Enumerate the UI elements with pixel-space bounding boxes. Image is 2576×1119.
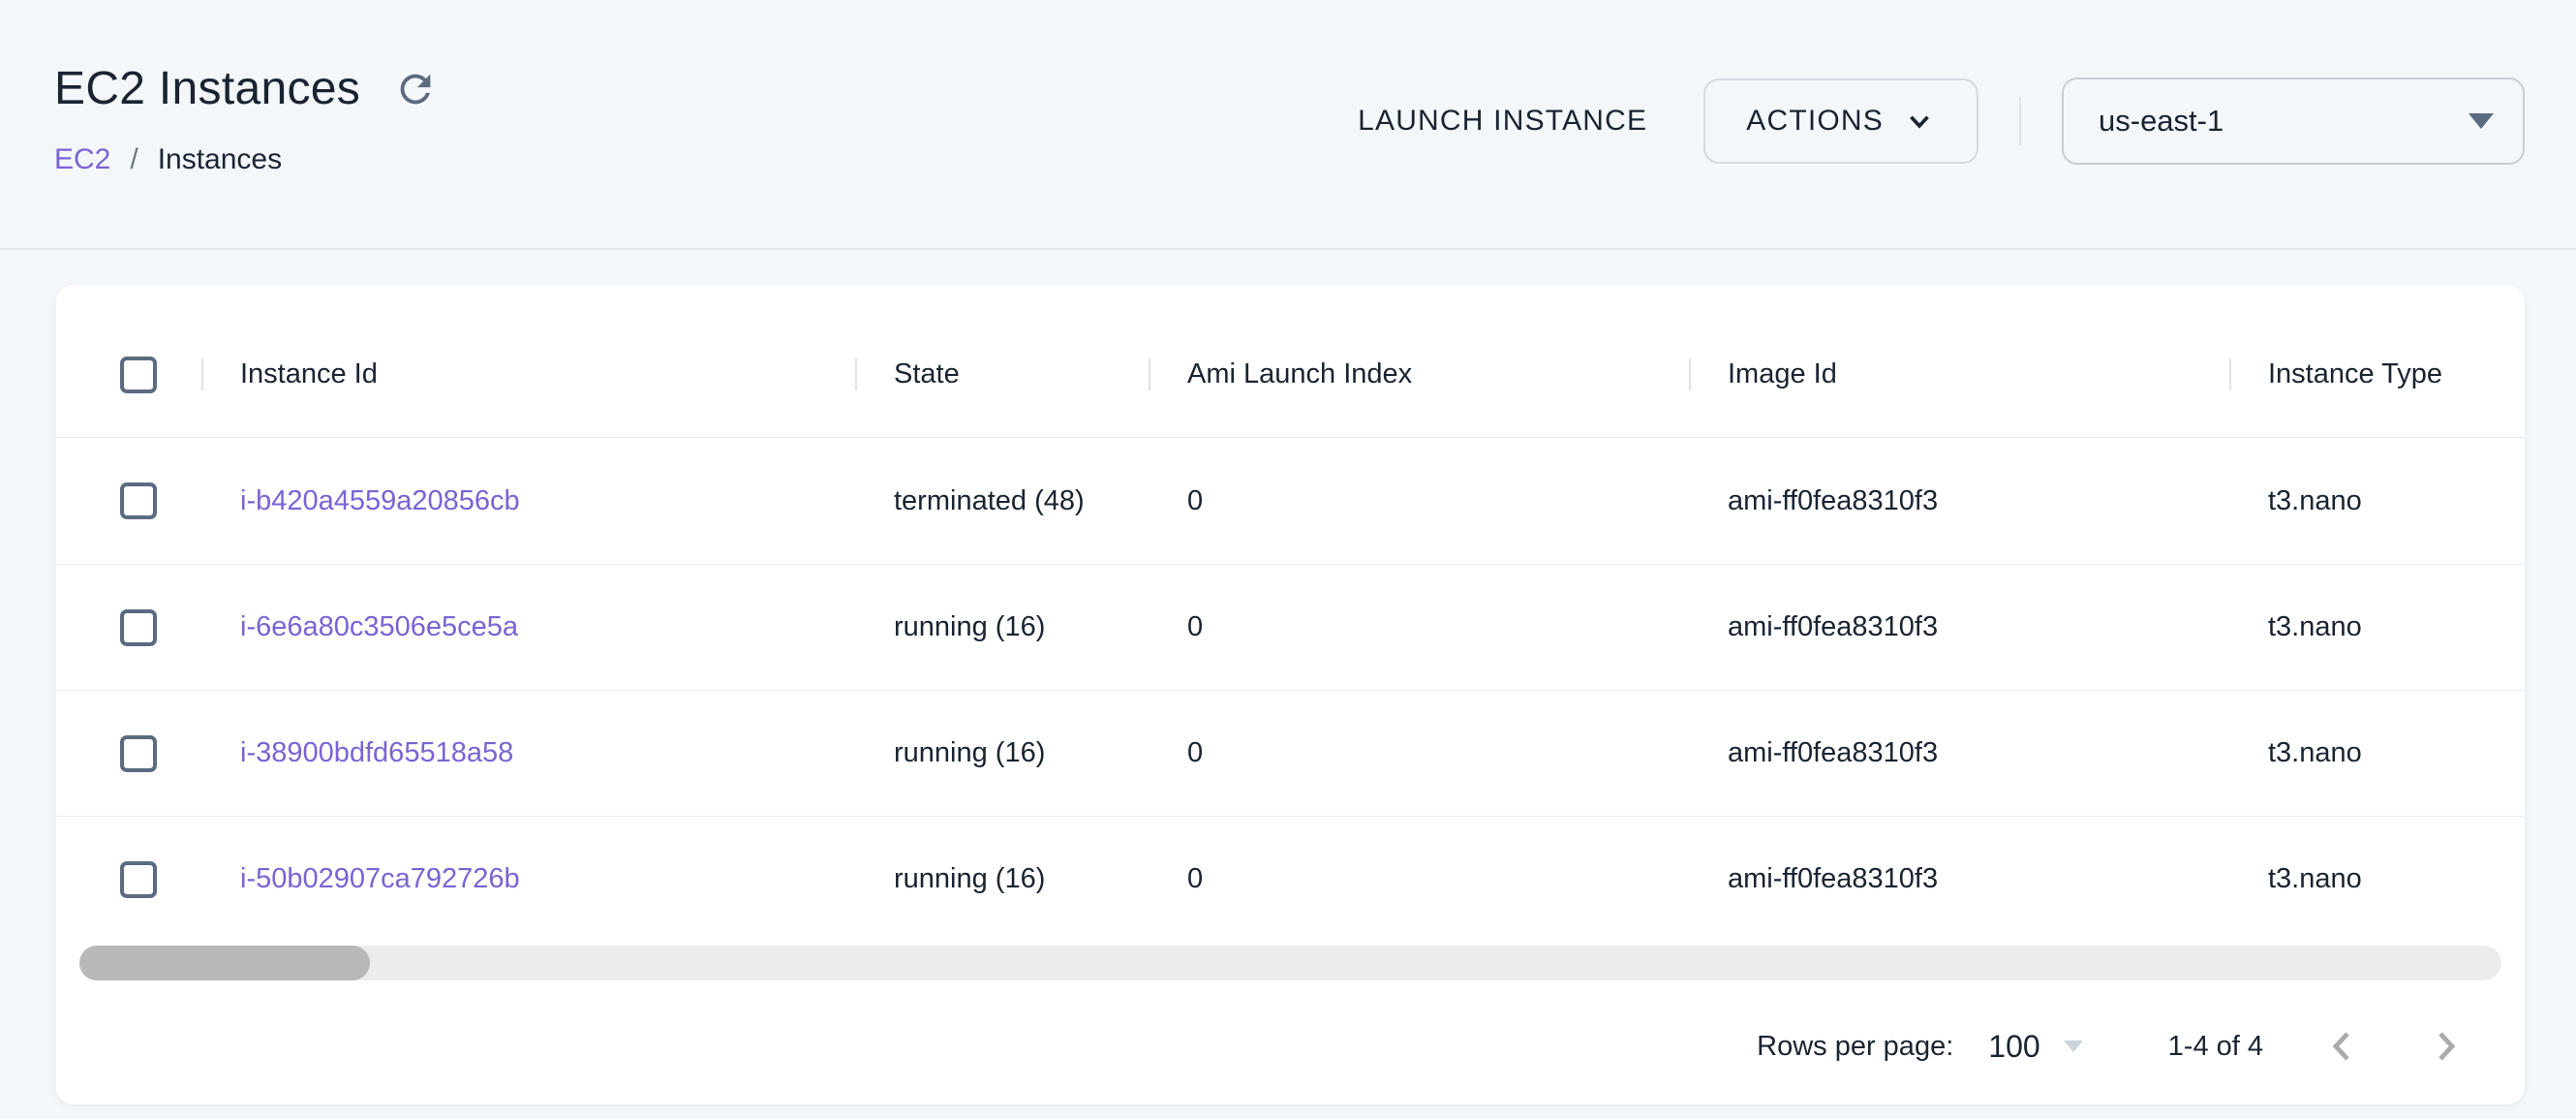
table-row: i-b420a4559a20856cb terminated (48) 0 am… [56,438,2525,564]
row-checkbox-cell [56,482,201,519]
refresh-icon [393,67,438,111]
ami-launch-index-cell: 0 [1149,611,1689,643]
breadcrumb-current: Instances [158,143,282,176]
instance-id-link[interactable]: i-b420a4559a20856cb [240,485,520,516]
instance-type-cell: t3.nano [2229,485,2525,517]
page-header: EC2 Instances EC2 / Instances LAUNCH INS… [0,0,2576,250]
instance-id-link[interactable]: i-6e6a80c3506e5ce5a [240,611,518,642]
column-separator [2229,358,2231,390]
pagination: Rows per page: 100 1-4 of 4 [56,980,2525,1104]
select-row-checkbox[interactable] [120,482,157,519]
row-checkbox-cell [56,861,201,898]
state-cell: running (16) [855,611,1149,643]
header-controls: LAUNCH INSTANCE ACTIONS us-east-1 [1358,78,2525,164]
instance-type-cell: t3.nano [2229,611,2525,643]
actions-button[interactable]: ACTIONS [1703,78,1978,164]
rows-per-page-value: 100 [1988,1029,2039,1065]
refresh-button[interactable] [389,63,442,115]
dropdown-arrow-icon [2469,113,2494,129]
pagination-range: 1-4 of 4 [2168,1031,2263,1063]
column-header-label: State [894,358,960,389]
state-cell: terminated (48) [855,485,1149,517]
image-id-cell: ami-ff0fea8310f3 [1689,737,2229,769]
ec2-instances-page: EC2 Instances EC2 / Instances LAUNCH INS… [0,0,2576,1119]
rows-per-page-arrow-icon [2064,1041,2083,1052]
column-header-label: Image Id [1728,358,1837,389]
table-row: i-6e6a80c3506e5ce5a running (16) 0 ami-f… [56,564,2525,690]
ami-launch-index-cell: 0 [1149,863,1689,895]
column-header-label: Instance Type [2268,358,2442,389]
instance-type-cell: t3.nano [2229,863,2525,895]
controls-divider [2019,97,2021,145]
instance-id-cell: i-6e6a80c3506e5ce5a [201,611,855,643]
chevron-down-icon [1903,105,1936,138]
table-row: i-50b02907ca792726b running (16) 0 ami-f… [56,816,2525,942]
instance-id-cell: i-50b02907ca792726b [201,863,855,895]
state-cell: running (16) [855,737,1149,769]
image-id-cell: ami-ff0fea8310f3 [1689,611,2229,643]
horizontal-scrollbar-thumb[interactable] [79,946,370,980]
launch-instance-button[interactable]: LAUNCH INSTANCE [1358,105,1647,138]
chevron-right-icon [2422,1023,2469,1070]
column-header-instance-id[interactable]: Instance Id [201,358,855,390]
instance-type-cell: t3.nano [2229,737,2525,769]
column-separator [1689,358,1691,390]
row-checkbox-cell [56,735,201,772]
select-row-checkbox[interactable] [120,861,157,898]
title-block: EC2 Instances EC2 / Instances [54,62,442,176]
column-header-ami-launch-index[interactable]: Ami Launch Index [1149,358,1689,390]
table-header-row: Instance Id State Ami Launch Index Image… [56,312,2525,438]
column-header-instance-type[interactable]: Instance Type [2229,358,2525,390]
instance-id-cell: i-38900bdfd65518a58 [201,737,855,769]
column-separator [1149,358,1150,390]
horizontal-scrollbar[interactable] [79,946,2501,980]
column-separator [855,358,857,390]
actions-button-label: ACTIONS [1746,105,1884,138]
column-header-label: Instance Id [240,358,378,389]
breadcrumb: EC2 / Instances [54,143,442,176]
select-row-checkbox[interactable] [120,609,157,646]
next-page-button[interactable] [2422,1023,2469,1070]
instances-card: Instance Id State Ami Launch Index Image… [56,285,2525,1104]
state-cell: running (16) [855,863,1149,895]
breadcrumb-link-ec2[interactable]: EC2 [54,143,110,176]
page-title: EC2 Instances [54,62,360,116]
image-id-cell: ami-ff0fea8310f3 [1689,863,2229,895]
instances-table: Instance Id State Ami Launch Index Image… [56,285,2525,942]
breadcrumb-separator: / [130,143,138,176]
column-header-label: Ami Launch Index [1187,358,1412,389]
select-all-checkbox[interactable] [120,357,157,393]
image-id-cell: ami-ff0fea8310f3 [1689,485,2229,517]
chevron-left-icon [2319,1023,2366,1070]
column-header-image-id[interactable]: Image Id [1689,358,2229,390]
region-selector-value: us-east-1 [2099,104,2223,139]
table-row: i-38900bdfd65518a58 running (16) 0 ami-f… [56,690,2525,816]
row-checkbox-cell [56,609,201,646]
column-header-state[interactable]: State [855,358,1149,390]
select-row-checkbox[interactable] [120,735,157,772]
header-checkbox-cell [56,357,201,393]
rows-per-page-select[interactable]: 100 [1988,1029,2082,1065]
ami-launch-index-cell: 0 [1149,485,1689,517]
ami-launch-index-cell: 0 [1149,737,1689,769]
instance-id-cell: i-b420a4559a20856cb [201,485,855,517]
rows-per-page-label: Rows per page: [1757,1031,1953,1063]
previous-page-button[interactable] [2319,1023,2366,1070]
instance-id-link[interactable]: i-50b02907ca792726b [240,863,520,894]
instance-id-link[interactable]: i-38900bdfd65518a58 [240,737,513,768]
column-separator [201,358,203,390]
region-selector[interactable]: us-east-1 [2062,78,2525,165]
